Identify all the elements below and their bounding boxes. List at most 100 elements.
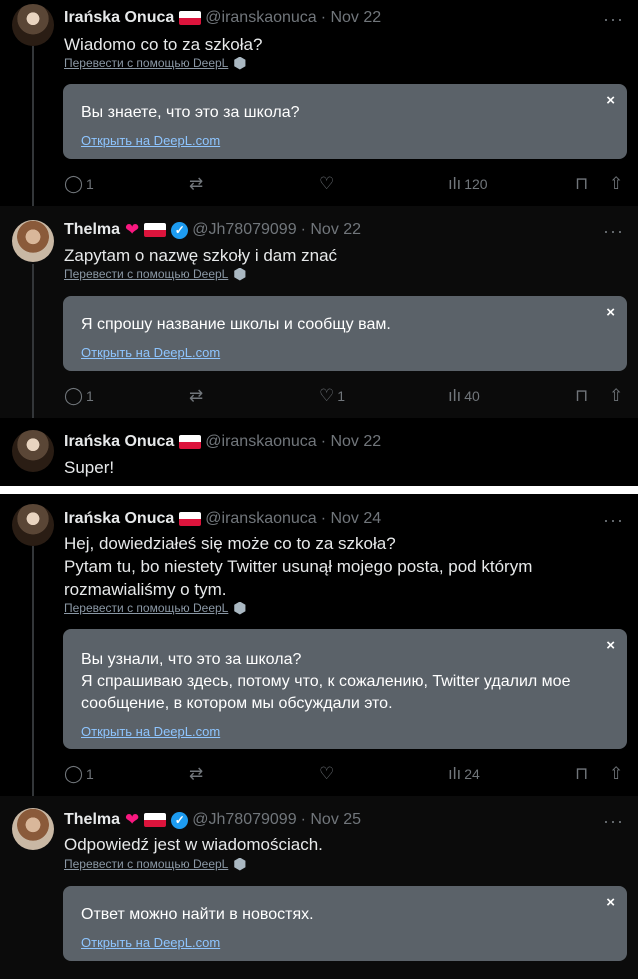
views-count: 24 <box>464 766 480 782</box>
reply-count: 1 <box>86 388 94 404</box>
timestamp[interactable]: · Nov 22 <box>301 220 361 240</box>
views-icon: ılı <box>448 764 462 783</box>
views-button[interactable]: ılı 24 <box>448 764 480 784</box>
avatar[interactable] <box>12 504 54 546</box>
display-name[interactable]: Irańska Onuca <box>64 509 174 529</box>
avatar[interactable] <box>12 430 54 472</box>
tweet[interactable]: Thelma ❤ ✓ @Jh78079099 · Nov 22 ··· Zapy… <box>0 206 638 418</box>
heart-icon: ❤ <box>125 810 140 829</box>
reply-button[interactable]: ◯ 1 <box>64 386 94 406</box>
views-icon: ılı <box>448 386 462 405</box>
translation-box: Вы знаете, что это за школа? Открыть на … <box>63 84 627 159</box>
share-button[interactable]: ⇧ <box>609 174 623 194</box>
translate-deepl-link[interactable]: Перевести с помощью DeepL <box>64 267 246 281</box>
share-icon: ⇧ <box>609 386 624 405</box>
timestamp[interactable]: · Nov 22 <box>321 432 381 452</box>
action-bar: ◯ 1 ⇄ ♡ ılı 24 ⊓ ⇧ <box>64 764 630 784</box>
retweet-icon: ⇄ <box>189 174 204 193</box>
display-name[interactable]: Irańska Onuca <box>64 432 174 452</box>
display-name[interactable]: Thelma <box>64 810 120 830</box>
like-icon: ♡ <box>319 764 335 783</box>
share-button[interactable]: ⇧ <box>609 386 623 406</box>
translate-deepl-label: Перевести с помощью DeepL <box>64 857 229 871</box>
open-deepl-link[interactable]: Открыть на DeepL.com <box>81 345 220 360</box>
tweet-text: Zapytam o nazwę szkoły i dam znać <box>64 246 338 265</box>
open-deepl-link[interactable]: Открыть на DeepL.com <box>81 133 220 148</box>
username[interactable]: @Jh78079099 <box>192 810 296 830</box>
close-icon[interactable]: × <box>606 304 615 321</box>
like-button[interactable]: ♡ <box>319 764 334 784</box>
more-options-icon[interactable]: ··· <box>603 10 624 28</box>
tweet[interactable]: Irańska Onuca @iranskaonuca · Nov 24 ···… <box>0 494 638 796</box>
translate-deepl-label: Перевести с помощью DeepL <box>64 56 229 70</box>
retweet-button[interactable]: ⇄ <box>189 174 203 194</box>
tweet-text: Hej, dowiedziałeś się może co to za szko… <box>64 534 533 599</box>
bookmark-button[interactable]: ⊓ <box>575 764 588 784</box>
screenshot-bottom: Irańska Onuca @iranskaonuca · Nov 24 ···… <box>0 494 638 979</box>
timestamp[interactable]: · Nov 22 <box>321 8 381 28</box>
thread-line <box>32 46 34 206</box>
timestamp[interactable]: · Nov 25 <box>301 810 361 830</box>
deepl-icon <box>234 601 246 615</box>
translate-deepl-link[interactable]: Перевести с помощью DeepL <box>64 56 246 70</box>
close-icon[interactable]: × <box>606 92 615 109</box>
bookmark-button[interactable]: ⊓ <box>575 386 588 406</box>
timestamp[interactable]: · Nov 24 <box>321 509 381 529</box>
display-name[interactable]: Irańska Onuca <box>64 8 174 28</box>
more-options-icon[interactable]: ··· <box>603 511 624 529</box>
tweet-header: Thelma ❤ ✓ @Jh78079099 · Nov 25 <box>64 810 361 830</box>
tweet[interactable]: Irańska Onuca @iranskaonuca · Nov 22 Sup… <box>0 418 638 486</box>
poland-flag-icon <box>179 512 202 526</box>
display-name[interactable]: Thelma <box>64 220 120 240</box>
open-deepl-link[interactable]: Открыть на DeepL.com <box>81 935 220 950</box>
poland-flag-icon <box>144 223 167 237</box>
tweet-text: Odpowiedź jest w wiadomościach. <box>64 835 323 854</box>
avatar[interactable] <box>12 4 54 46</box>
avatar[interactable] <box>12 808 54 850</box>
more-options-icon[interactable]: ··· <box>603 222 624 240</box>
translate-deepl-label: Перевести с помощью DeepL <box>64 267 229 281</box>
like-icon: ♡ <box>319 174 335 193</box>
more-options-icon[interactable]: ··· <box>603 812 624 830</box>
translate-deepl-link[interactable]: Перевести с помощью DeepL <box>64 857 246 871</box>
retweet-button[interactable]: ⇄ <box>189 386 203 406</box>
close-icon[interactable]: × <box>606 894 615 911</box>
translate-deepl-link[interactable]: Перевести с помощью DeepL <box>64 601 246 615</box>
bookmark-button[interactable]: ⊓ <box>575 174 588 194</box>
close-icon[interactable]: × <box>606 637 615 654</box>
like-button[interactable]: ♡ <box>319 174 334 194</box>
like-icon: ♡ <box>319 386 335 405</box>
tweet-header: Irańska Onuca @iranskaonuca · Nov 22 <box>64 8 381 28</box>
avatar[interactable] <box>12 220 54 262</box>
tweet-text: Super! <box>64 458 115 477</box>
action-bar: ◯ 1 ⇄ ♡ ılı 120 ⊓ ⇧ <box>64 174 630 194</box>
like-button[interactable]: ♡ 1 <box>319 386 345 406</box>
like-count: 1 <box>337 388 346 404</box>
reply-icon: ◯ <box>64 764 84 783</box>
share-button[interactable]: ⇧ <box>609 764 623 784</box>
reply-count: 1 <box>86 176 94 192</box>
verified-badge-icon: ✓ <box>171 221 189 239</box>
views-button[interactable]: ılı 40 <box>448 386 480 406</box>
translation-box: Ответ можно найти в новостях. Открыть на… <box>63 886 627 961</box>
retweet-button[interactable]: ⇄ <box>189 764 203 784</box>
translation-box: Вы узнали, что это за школа? Я спрашиваю… <box>63 629 627 749</box>
tweet[interactable]: Irańska Onuca @iranskaonuca · Nov 22 ···… <box>0 0 638 206</box>
username[interactable]: @iranskaonuca <box>205 8 316 28</box>
screenshot-divider <box>0 486 638 494</box>
tweet-header: Irańska Onuca @iranskaonuca · Nov 22 <box>64 432 381 452</box>
reply-button[interactable]: ◯ 1 <box>64 764 94 784</box>
username[interactable]: @Jh78079099 <box>192 220 296 240</box>
username[interactable]: @iranskaonuca <box>205 509 316 529</box>
bookmark-icon: ⊓ <box>575 764 589 783</box>
username[interactable]: @iranskaonuca <box>205 432 316 452</box>
tweet-header: Thelma ❤ ✓ @Jh78079099 · Nov 22 <box>64 220 361 240</box>
translation-box: Я спрошу название школы и сообщу вам. От… <box>63 296 627 371</box>
deepl-icon <box>234 857 246 871</box>
open-deepl-link[interactable]: Открыть на DeepL.com <box>81 724 220 739</box>
retweet-icon: ⇄ <box>189 386 204 405</box>
tweet[interactable]: Thelma ❤ ✓ @Jh78079099 · Nov 25 ··· Odpo… <box>0 796 638 979</box>
reply-button[interactable]: ◯ 1 <box>64 174 94 194</box>
views-button[interactable]: ılı 120 <box>448 174 488 194</box>
views-count: 120 <box>464 176 488 192</box>
